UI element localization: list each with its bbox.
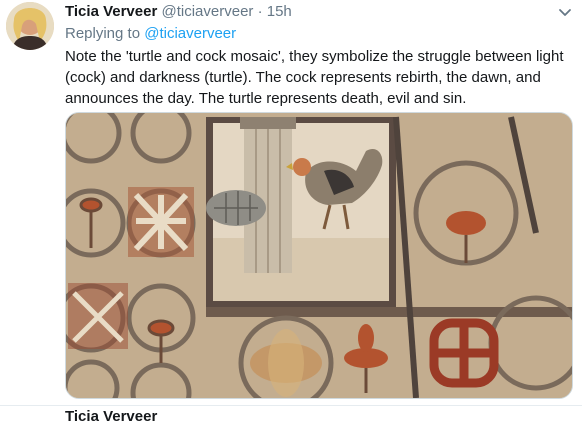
separator-dot: ·: [257, 3, 263, 20]
replying-to: Replying to @ticiaverveer: [65, 25, 236, 42]
author-handle[interactable]: @ticiaverveer: [161, 3, 253, 20]
reply-handle-link[interactable]: @ticiaverveer: [144, 25, 236, 42]
author-name[interactable]: Ticia Verveer: [65, 3, 157, 20]
mosaic-photo-icon: [66, 113, 572, 398]
chevron-down-icon[interactable]: [556, 4, 574, 22]
next-tweet-author[interactable]: Ticia Verveer: [65, 408, 157, 425]
avatar[interactable]: [6, 2, 54, 50]
tweet-text: Note the 'turtle and cock mosaic', they …: [65, 48, 564, 107]
replying-to-label: Replying to: [65, 25, 141, 42]
tweet-photo[interactable]: [65, 112, 573, 399]
tweet-header: Ticia Verveer @ticiaverveer · 15h: [65, 3, 292, 21]
tweet-divider: [0, 405, 582, 406]
tweet-timestamp[interactable]: 15h: [267, 3, 292, 20]
tweet[interactable]: Ticia Verveer @ticiaverveer · 15h Replyi…: [0, 0, 582, 425]
avatar-image: [6, 2, 54, 50]
